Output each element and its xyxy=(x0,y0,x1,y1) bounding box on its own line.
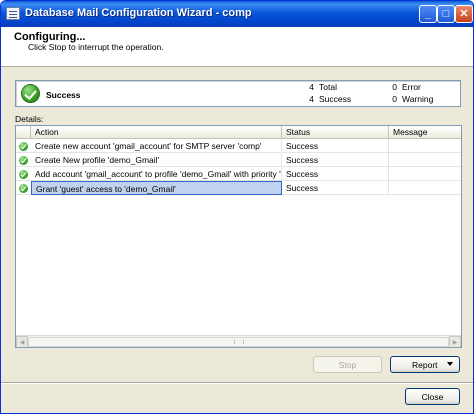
error-stat: 0 Error xyxy=(387,82,421,92)
status-cell: Success xyxy=(282,153,389,167)
close-window-button[interactable]: ✕ xyxy=(455,5,473,23)
total-stat: 4 Total xyxy=(304,82,337,92)
wizard-header: Configuring... Click Stop to interrupt t… xyxy=(1,27,473,67)
column-header-icon xyxy=(16,126,31,139)
warning-count: 0 xyxy=(392,94,397,104)
total-count: 4 xyxy=(309,82,314,92)
success-label: Success xyxy=(319,94,352,104)
action-cell: Create new account 'gmail_account' for S… xyxy=(31,139,282,153)
details-grid[interactable]: Action Status Message Create new account… xyxy=(15,125,462,348)
message-cell xyxy=(389,167,461,181)
details-label: Details: xyxy=(15,114,44,124)
grid-header: Action Status Message xyxy=(16,126,461,139)
status-cell: Success xyxy=(282,139,389,153)
horizontal-scrollbar[interactable]: ◀ ▶ xyxy=(16,335,461,347)
table-row-selected[interactable]: Grant 'guest' access to 'demo_Gmail' Suc… xyxy=(16,181,461,195)
status-cell: Success xyxy=(282,181,389,195)
divider xyxy=(1,382,473,384)
title-bar[interactable]: Database Mail Configuration Wizard - com… xyxy=(1,1,473,27)
close-button[interactable]: Close xyxy=(405,388,460,405)
message-cell xyxy=(389,153,461,167)
window-title: Database Mail Configuration Wizard - com… xyxy=(25,7,252,19)
dropdown-arrow-icon xyxy=(447,362,453,366)
action-cell: Grant 'guest' access to 'demo_Gmail' xyxy=(31,181,282,195)
action-cell: Create New profile 'demo_Gmail' xyxy=(31,153,282,167)
message-cell xyxy=(389,139,461,153)
scroll-right-icon[interactable]: ▶ xyxy=(449,336,461,347)
message-cell xyxy=(389,181,461,195)
success-stat: 4 Success xyxy=(304,94,351,104)
scroll-left-icon[interactable]: ◀ xyxy=(16,336,28,347)
warning-stat: 0 Warning xyxy=(387,94,433,104)
success-check-icon xyxy=(21,84,40,103)
total-label: Total xyxy=(319,82,337,92)
table-row[interactable]: Create new account 'gmail_account' for S… xyxy=(16,139,461,153)
status-cell: Success xyxy=(282,167,389,181)
maximize-button[interactable]: □ xyxy=(437,5,455,23)
minimize-button[interactable]: _ xyxy=(419,5,437,23)
table-row[interactable]: Create New profile 'demo_Gmail' Success xyxy=(16,153,461,167)
error-label: Error xyxy=(402,82,421,92)
success-check-icon xyxy=(19,142,28,151)
success-check-icon xyxy=(19,170,28,179)
stop-button[interactable]: Stop xyxy=(313,356,382,373)
summary-status: Success xyxy=(46,90,81,100)
success-count: 4 xyxy=(309,94,314,104)
column-header-message[interactable]: Message xyxy=(389,126,461,139)
scroll-thumb[interactable] xyxy=(28,337,449,347)
success-check-icon xyxy=(19,184,28,193)
report-button[interactable]: Report xyxy=(390,356,460,373)
page-subtitle: Click Stop to interrupt the operation. xyxy=(28,42,164,52)
wizard-window: Database Mail Configuration Wizard - com… xyxy=(0,0,474,414)
table-row[interactable]: Add account 'gmail_account' to profile '… xyxy=(16,167,461,181)
summary-panel: Success 4 Total 4 Success 0 Error 0 Warning xyxy=(15,80,461,107)
app-icon xyxy=(6,7,20,20)
report-button-label: Report xyxy=(412,359,438,370)
error-count: 0 xyxy=(392,82,397,92)
success-check-icon xyxy=(19,156,28,165)
column-header-status[interactable]: Status xyxy=(282,126,389,139)
column-header-action[interactable]: Action xyxy=(31,126,282,139)
warning-label: Warning xyxy=(402,94,434,104)
action-cell: Add account 'gmail_account' to profile '… xyxy=(31,167,282,181)
